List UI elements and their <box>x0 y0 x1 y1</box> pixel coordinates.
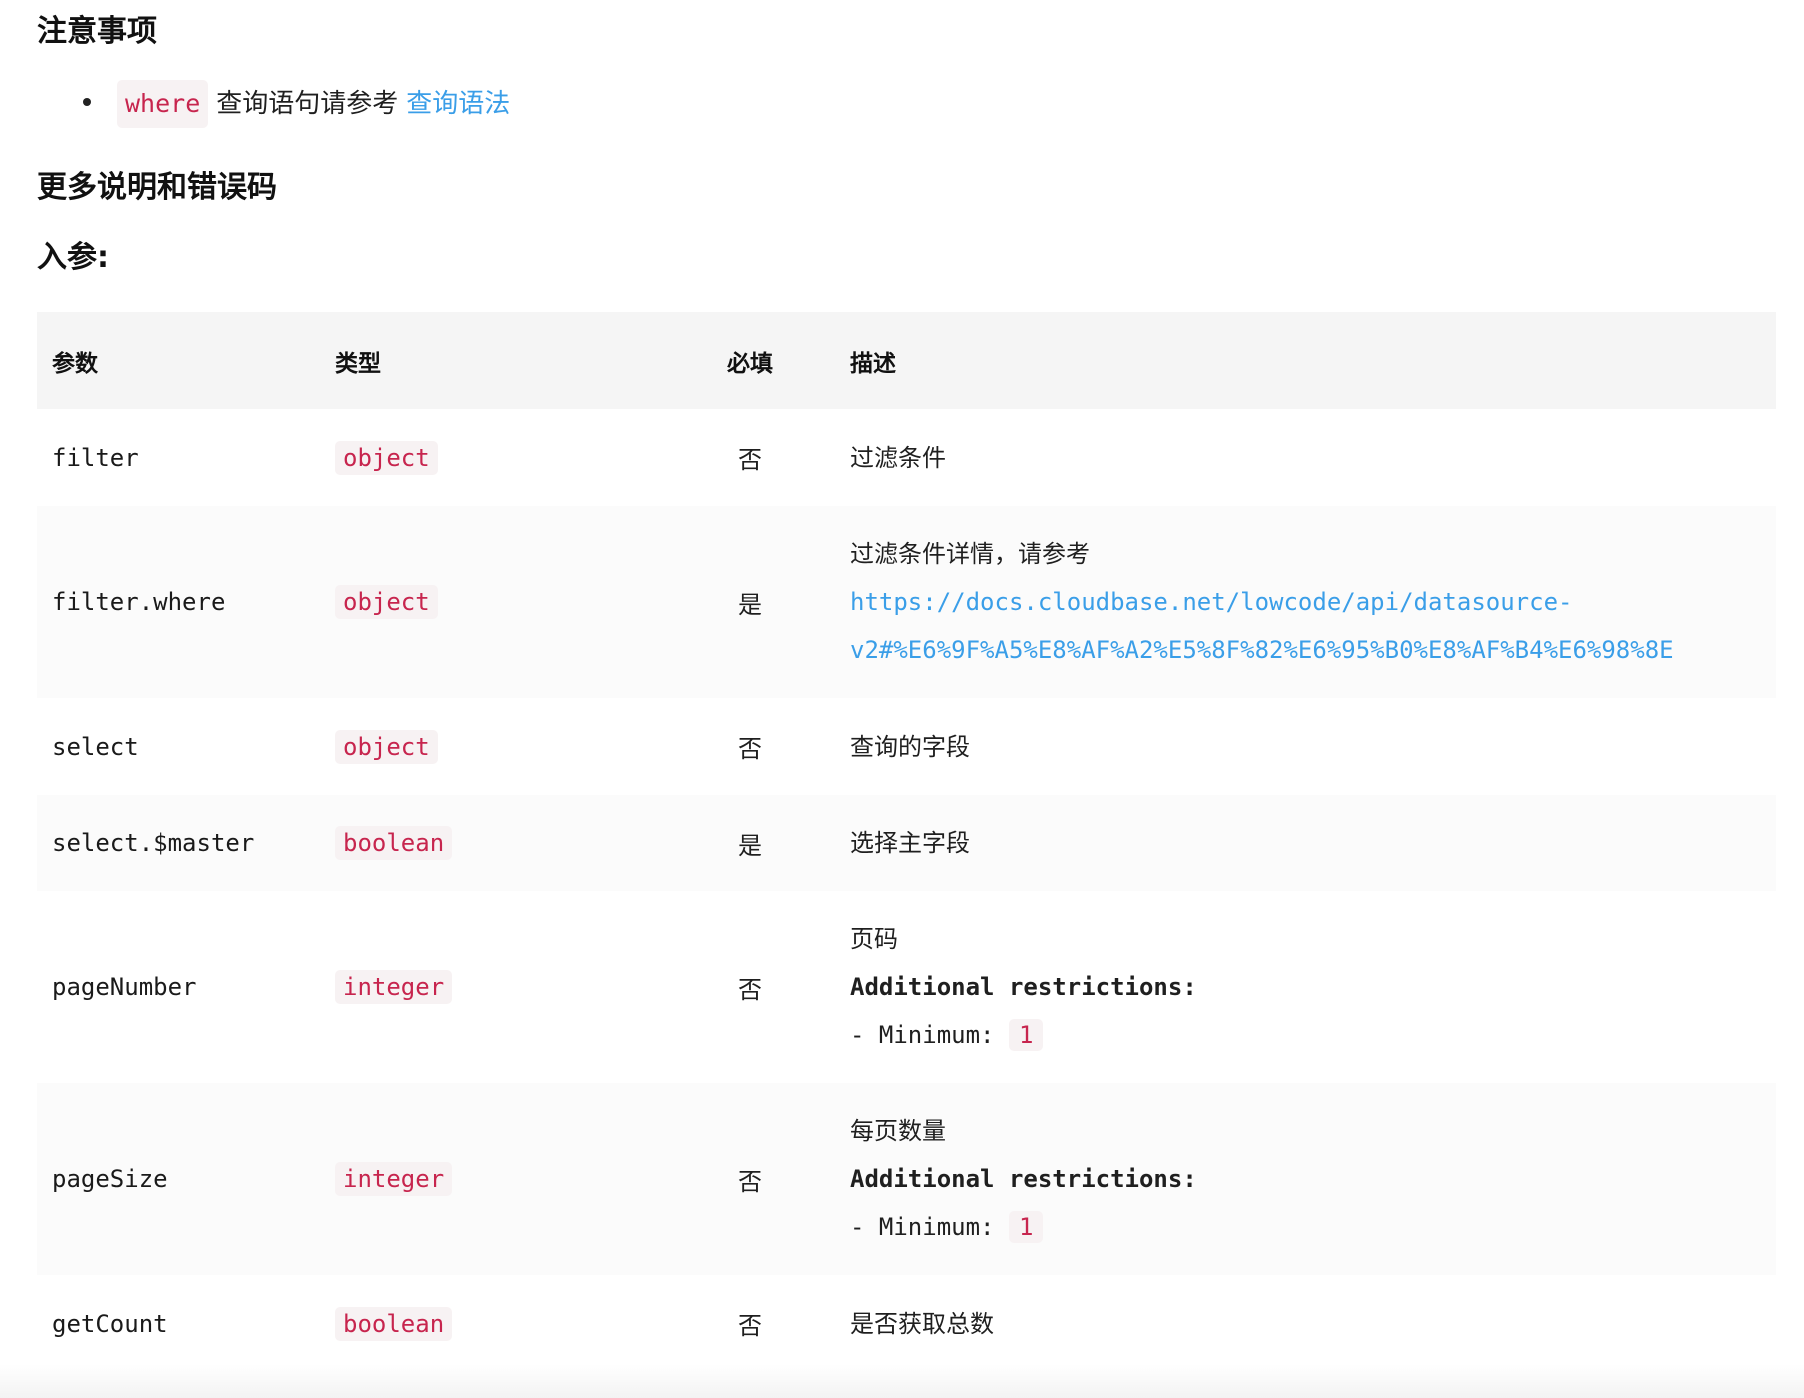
param-type: integer <box>320 891 665 1083</box>
param-required: 否 <box>738 975 762 1004</box>
param-name: select <box>52 732 139 761</box>
param-type: boolean <box>320 795 665 891</box>
param-description: 页码 Additional restrictions: - Minimum: 1 <box>835 891 1776 1083</box>
datasource-doc-link-cont[interactable]: v2#%E6%9F%A5%E8%AF%A2%E5%8F%82%E6%95%B0%… <box>850 626 1761 674</box>
param-required: 是 <box>738 831 762 860</box>
param-type: boolean <box>320 1275 665 1372</box>
table-row: filter.where object 是 过滤条件详情，请参考 https:/… <box>37 506 1776 698</box>
type-code: boolean <box>335 1306 453 1341</box>
type-code: object <box>335 585 438 619</box>
param-description: 查询的字段 <box>850 732 970 761</box>
minimum-line: - Minimum: 1 <box>850 1011 1761 1059</box>
param-description: 是否获取总数 <box>850 1309 994 1338</box>
minimum-value: 1 <box>1008 1019 1044 1051</box>
type-code: integer <box>335 970 453 1004</box>
table-row: pageSize integer 否 每页数量 Additional restr… <box>37 1083 1776 1275</box>
notes-heading: 注意事项 <box>37 14 157 49</box>
desc-text: 每页数量 <box>850 1117 946 1145</box>
param-type: object <box>320 698 665 795</box>
param-type: object <box>320 409 665 506</box>
table-row: select.$master boolean 是 选择主字段 <box>37 795 1776 891</box>
params-table: 参数 类型 必填 描述 filter object 否 过滤条件 filter.… <box>37 312 1776 1372</box>
param-required: 否 <box>738 735 762 763</box>
header-type: 类型 <box>335 350 381 377</box>
param-required: 否 <box>738 1167 762 1196</box>
header-required: 必填 <box>727 350 773 377</box>
restrictions-label: Additional restrictions: <box>850 1165 1197 1193</box>
param-name: getCount <box>52 1309 168 1338</box>
datasource-doc-link[interactable]: https://docs.cloudbase.net/lowcode/api/d… <box>850 578 1761 626</box>
note-text: 查询语句请参考 <box>216 89 399 119</box>
header-param: 参数 <box>52 350 98 377</box>
type-code: boolean <box>335 826 453 860</box>
table-row: getCount boolean 否 是否获取总数 <box>37 1275 1776 1372</box>
param-name: select.$master <box>52 829 255 857</box>
table-row: filter object 否 过滤条件 <box>37 409 1776 506</box>
desc-text: 页码 <box>850 925 898 953</box>
param-description: 每页数量 Additional restrictions: - Minimum:… <box>835 1083 1776 1275</box>
minimum-label: - Minimum: <box>850 1021 995 1049</box>
param-name: filter.where <box>52 588 226 616</box>
notes-list: where 查询语句请参考 查询语法 <box>37 80 1804 128</box>
table-row: pageNumber integer 否 页码 Additional restr… <box>37 891 1776 1083</box>
minimum-label: - Minimum: <box>850 1213 995 1241</box>
query-syntax-link[interactable]: 查询语法 <box>406 82 510 126</box>
param-description: 过滤条件 <box>850 443 946 472</box>
param-name: filter <box>52 443 139 472</box>
more-info-heading: 更多说明和错误码 <box>37 170 277 205</box>
type-code: object <box>335 729 438 764</box>
minimum-line: - Minimum: 1 <box>850 1203 1761 1251</box>
header-description: 描述 <box>850 350 896 377</box>
param-description: 选择主字段 <box>850 829 970 857</box>
restrictions-label: Additional restrictions: <box>850 973 1197 1001</box>
minimum-value: 1 <box>1008 1211 1044 1243</box>
where-code: where <box>117 80 209 128</box>
desc-text: 过滤条件详情，请参考 <box>850 540 1090 568</box>
table-header-row: 参数 类型 必填 描述 <box>37 312 1776 409</box>
type-code: integer <box>335 1162 453 1196</box>
type-code: object <box>335 440 438 475</box>
param-description: 过滤条件详情，请参考 https://docs.cloudbase.net/lo… <box>835 506 1776 698</box>
param-required: 否 <box>738 446 762 474</box>
bottom-fade <box>0 1364 1804 1398</box>
params-heading: 入参: <box>37 240 109 275</box>
param-type: integer <box>320 1083 665 1275</box>
param-required: 否 <box>738 1312 762 1340</box>
param-type: object <box>320 506 665 698</box>
doc-page: 注意事项 where 查询语句请参考 查询语法 更多说明和错误码 入参: 参数 … <box>0 0 1804 1398</box>
param-required: 是 <box>738 590 762 619</box>
table-row: select object 否 查询的字段 <box>37 698 1776 795</box>
list-item: where 查询语句请参考 查询语法 <box>83 80 1804 128</box>
param-name: pageSize <box>52 1165 168 1193</box>
bullet-icon <box>83 98 91 106</box>
param-name: pageNumber <box>52 973 197 1001</box>
